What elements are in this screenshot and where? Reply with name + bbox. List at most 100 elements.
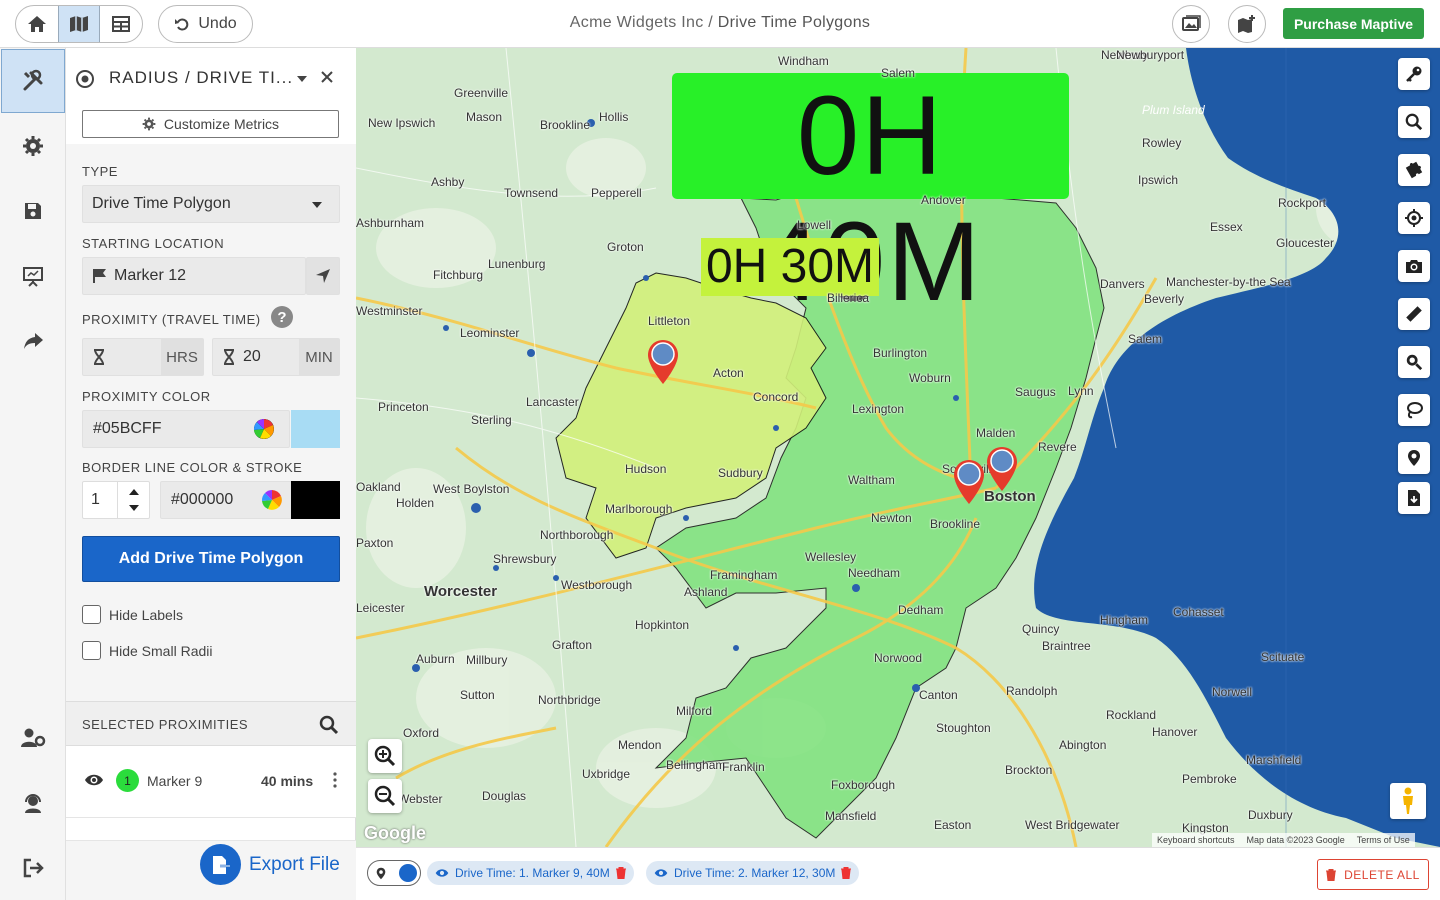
hide-labels-row[interactable]: Hide Labels (82, 605, 183, 624)
key-tool-button[interactable] (1398, 58, 1430, 90)
add-drive-time-polygon-button[interactable]: Add Drive Time Polygon (82, 536, 340, 582)
locate-button[interactable] (306, 257, 340, 295)
drive-time-chip-1[interactable]: Drive Time: 1. Marker 9, 40M (427, 861, 634, 885)
place-label: Franklin (722, 760, 765, 774)
place-label: Manchester-by-the Sea (1166, 275, 1291, 289)
share-button[interactable] (0, 309, 66, 373)
zoom-in-button[interactable] (368, 739, 402, 773)
place-label: Groton (607, 240, 644, 254)
place-label: Northborough (540, 528, 614, 542)
arrow-up-icon[interactable] (129, 489, 139, 495)
drive-time-label-30: 0H 30M (701, 238, 879, 296)
marker-pin[interactable] (985, 445, 1019, 493)
map-canvas[interactable]: 0H 40M 0H 30M WindhamSalemNewburyNewbury… (356, 48, 1440, 847)
type-value: Drive Time Polygon (92, 195, 231, 212)
stepper-arrows[interactable] (117, 482, 149, 518)
place-label: Burlington (873, 346, 928, 360)
layers-tool-button[interactable] (1398, 154, 1430, 186)
place-label: Lynn (1068, 384, 1094, 398)
tools-button[interactable] (1, 49, 65, 113)
place-label: Woburn (909, 371, 951, 385)
border-color-value: #000000 (171, 491, 234, 508)
proximity-color-input[interactable]: #05BCFF (82, 410, 290, 448)
search-icon[interactable] (319, 715, 339, 735)
place-label: Marlborough (605, 502, 673, 516)
export-file-button[interactable]: Export File (200, 844, 340, 885)
lasso-tool-button[interactable] (1398, 394, 1430, 426)
user-settings-button[interactable] (0, 706, 66, 770)
eye-icon[interactable] (84, 773, 104, 787)
border-color-input[interactable]: #000000 (160, 481, 292, 519)
keyboard-shortcuts-link[interactable]: Keyboard shortcuts (1157, 835, 1235, 845)
settings-button[interactable] (0, 114, 66, 178)
border-color-swatch[interactable] (291, 481, 340, 519)
search-icon (1405, 113, 1423, 131)
save-button[interactable] (0, 179, 66, 243)
help-icon[interactable]: ? (270, 305, 294, 329)
hide-small-radii-checkbox[interactable] (82, 641, 101, 660)
kebab-menu-icon[interactable] (333, 772, 337, 788)
place-label: Newton (871, 511, 912, 525)
zoom-out-button[interactable] (368, 779, 402, 813)
add-map-button[interactable] (1228, 5, 1266, 43)
marker-tool-button[interactable] (1398, 442, 1430, 474)
svg-text:?: ? (277, 309, 286, 326)
place-label: Duxbury (1248, 808, 1293, 822)
street-view-pegman[interactable] (1390, 783, 1426, 819)
minutes-input[interactable]: 20 MIN (212, 338, 340, 376)
export-tool-button[interactable] (1398, 482, 1430, 514)
color-wheel-icon[interactable] (261, 489, 283, 511)
place-label: Salem (881, 66, 916, 80)
type-select[interactable]: Drive Time Polygon (82, 185, 340, 223)
hours-input[interactable]: HRS (82, 338, 204, 376)
place-label: Fitchburg (433, 268, 484, 282)
logout-button[interactable] (0, 836, 66, 900)
caret-down-icon[interactable] (296, 74, 308, 84)
place-label: Brookline (930, 517, 981, 531)
proximity-color-swatch[interactable] (291, 410, 340, 448)
color-wheel-icon[interactable] (253, 418, 275, 440)
delete-all-button[interactable]: DELETE ALL (1317, 859, 1429, 890)
trash-icon[interactable] (841, 867, 852, 879)
trash-icon[interactable] (615, 867, 626, 879)
drive-time-chip-2[interactable]: Drive Time: 2. Marker 12, 30M (646, 861, 860, 885)
map-gallery-button[interactable] (1172, 5, 1210, 43)
place-label: Hopkinton (635, 618, 690, 632)
close-icon[interactable] (321, 71, 333, 83)
marker-pin[interactable] (952, 458, 986, 506)
hide-small-radii-row[interactable]: Hide Small Radii (82, 641, 212, 660)
arrow-down-icon[interactable] (129, 505, 139, 511)
present-button[interactable] (0, 244, 66, 308)
zoom-area-tool-button[interactable] (1398, 346, 1430, 378)
place-label: Grafton (552, 638, 593, 652)
customize-metrics-button[interactable]: Customize Metrics (82, 110, 339, 138)
marker-pin[interactable] (646, 338, 680, 386)
file-export-icon (212, 855, 232, 874)
marker-toggle[interactable] (367, 860, 421, 886)
place-label: Canton (919, 688, 958, 702)
hide-labels-checkbox[interactable] (82, 605, 101, 624)
measure-tool-button[interactable] (1398, 298, 1430, 330)
screenshot-tool-button[interactable] (1398, 250, 1430, 282)
eye-icon[interactable] (435, 868, 449, 878)
presentation-icon (23, 267, 43, 287)
floppy-icon (25, 203, 41, 219)
place-label: Hollis (599, 110, 629, 124)
hourglass-icon (224, 349, 234, 365)
item-value: 40 mins (261, 773, 314, 789)
flag-icon (93, 269, 106, 283)
user-gear-icon (21, 728, 46, 747)
starting-location-input[interactable]: Marker 12 (82, 257, 306, 295)
proximity-color-label: PROXIMITY COLOR (82, 389, 211, 404)
terms-link[interactable]: Terms of Use (1357, 835, 1410, 845)
panel-title: RADIUS / DRIVE TI... (109, 68, 294, 87)
place-label: West Bridgewater (1025, 818, 1120, 832)
support-button[interactable] (0, 771, 66, 835)
eye-icon[interactable] (654, 868, 668, 878)
locate-tool-button[interactable] (1398, 202, 1430, 234)
stroke-stepper[interactable]: 1 (82, 481, 150, 519)
list-item[interactable]: 1 Marker 9 40 mins (66, 746, 356, 818)
lasso-icon (1407, 402, 1423, 419)
search-tool-button[interactable] (1398, 106, 1430, 138)
purchase-button[interactable]: Purchase Maptive (1283, 8, 1424, 39)
